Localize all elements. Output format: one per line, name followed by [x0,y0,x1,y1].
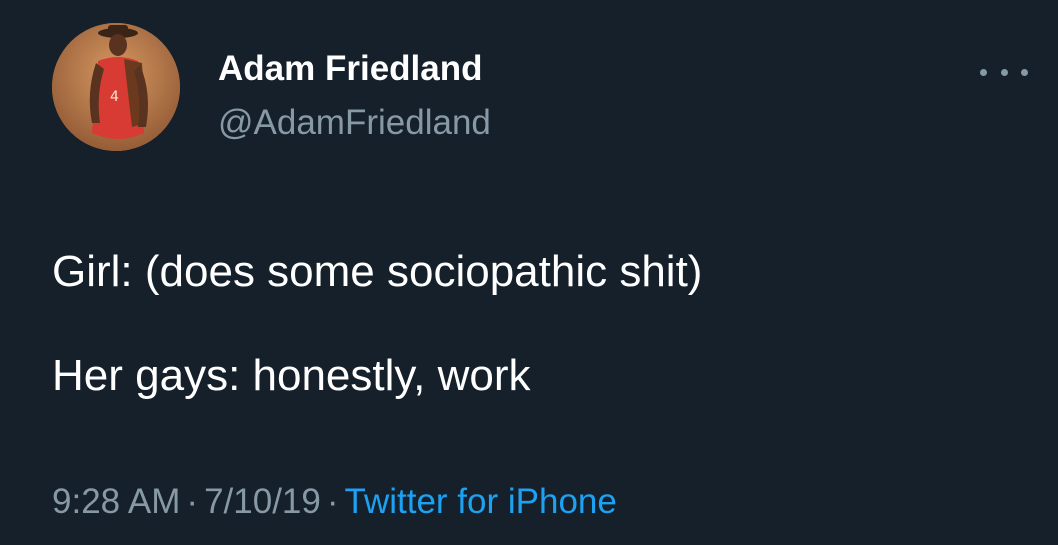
dot [1021,68,1028,76]
avatar-image: 4 [52,23,180,151]
tweet-time[interactable]: 9:28 AM [52,482,180,521]
more-horizontal-icon[interactable] [980,60,1028,84]
meta-separator: · [326,482,339,521]
svg-text:4: 4 [110,89,119,105]
author-display-name[interactable]: Adam Friedland [218,49,482,89]
tweet-source-link[interactable]: Twitter for iPhone [345,482,617,521]
dot [1000,68,1008,76]
tweet-date[interactable]: 7/10/19 [204,482,321,521]
avatar[interactable]: 4 [52,23,180,151]
meta-separator: · [186,482,199,521]
dot [980,68,987,76]
tweet-text-line: Girl: (does some sociopathic shit) [52,247,703,296]
tweet-text-line: Her gays: honestly, work [52,351,531,400]
tweet-meta: 9:28 AM · 7/10/19 · Twitter for iPhone [52,480,617,524]
author-handle[interactable]: @AdamFriedland [218,103,491,143]
tweet-card: 4 Adam Friedland @AdamFriedland Girl: (d… [0,0,1058,545]
